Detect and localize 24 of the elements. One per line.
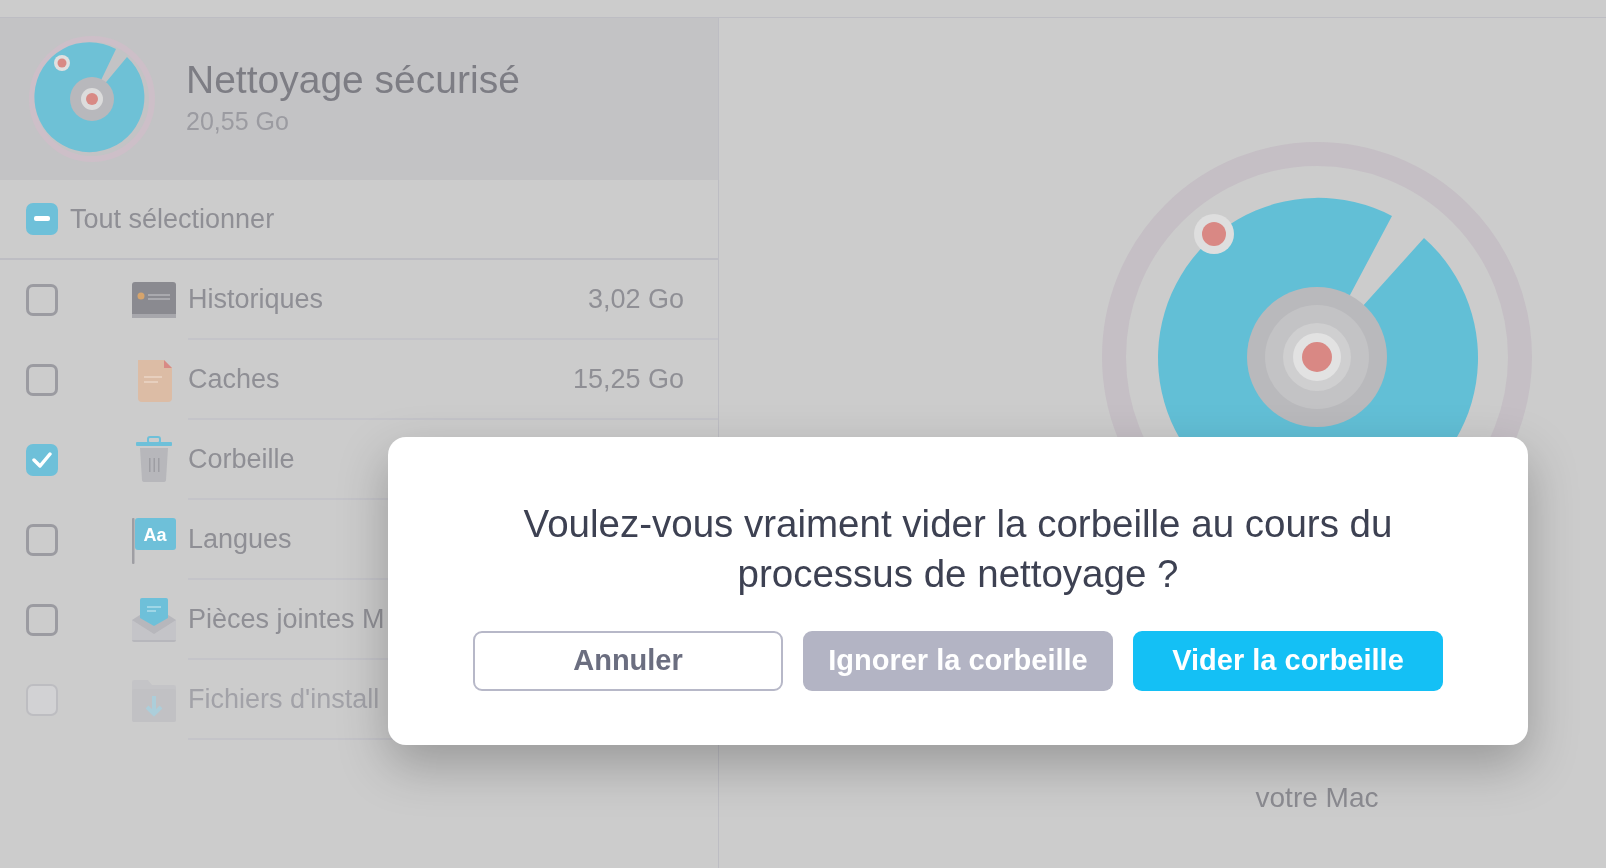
item-label: Historiques: [188, 282, 324, 316]
check-icon: [32, 452, 52, 468]
item-checkbox[interactable]: [26, 604, 58, 636]
item-label: Langues: [188, 522, 292, 556]
item-checkbox[interactable]: [26, 524, 58, 556]
item-checkbox[interactable]: [26, 284, 58, 316]
section-title: Nettoyage sécurisé: [186, 57, 520, 103]
item-size: 3,02 Go: [587, 282, 684, 316]
cancel-button[interactable]: Annuler: [473, 631, 783, 692]
disk-radar-icon: [28, 35, 156, 163]
item-checkbox[interactable]: [26, 364, 58, 396]
envelope-icon: [130, 596, 178, 644]
item-label: Corbeille: [188, 442, 295, 476]
dialog-message: Voulez-vous vraiment vider la corbeille au cours du processus de nettoyage ?: [522, 501, 1394, 598]
item-label: Pièces jointes M: [188, 602, 385, 636]
select-all-label: Tout sélectionner: [70, 202, 275, 236]
item-label: Caches: [188, 362, 280, 396]
item-checkbox[interactable]: [26, 444, 58, 476]
item-size: 15,25 Go: [572, 362, 684, 396]
caption-text: votre Mac: [1254, 781, 1380, 815]
minus-icon: [34, 216, 50, 222]
skip-trash-button[interactable]: Ignorer la corbeille: [803, 631, 1113, 692]
empty-trash-button[interactable]: Vider la corbeille: [1133, 631, 1443, 692]
select-all-checkbox[interactable]: [26, 203, 58, 235]
